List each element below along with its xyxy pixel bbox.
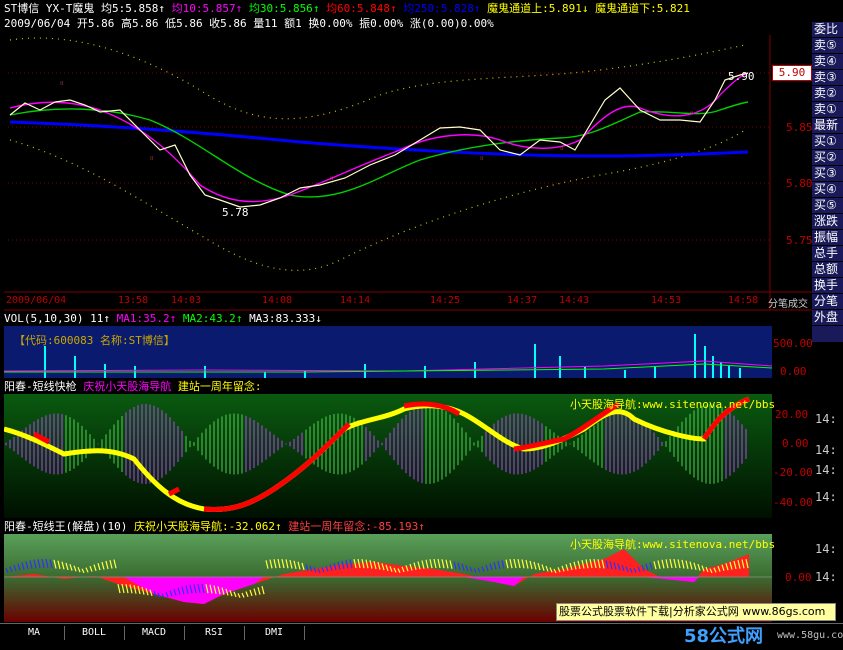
- volume-bar: [694, 334, 696, 378]
- logo-url: www.58gu.com: [777, 630, 843, 641]
- time-tick: 14:58: [728, 295, 759, 306]
- svg-text:∷: ∷: [330, 175, 334, 182]
- svg-text:∷: ∷: [560, 145, 564, 152]
- ind1-tick: -20.00: [773, 466, 813, 479]
- quote-row: 总手: [812, 246, 843, 262]
- volume-bar: [44, 346, 46, 378]
- quote-row: 买③: [812, 166, 843, 182]
- time-tick: 14:08: [262, 295, 293, 306]
- y-tick-2: 5.80: [786, 177, 813, 190]
- y-tick-1: 5.85: [786, 121, 813, 134]
- vol-ma3: MA3:83.333: [249, 312, 316, 325]
- svg-text:∷: ∷: [150, 155, 154, 162]
- quote-row: 卖①: [812, 102, 843, 118]
- quote-row: 买①: [812, 134, 843, 150]
- volume-bar: [704, 346, 706, 378]
- quote-row: 涨跌: [812, 214, 843, 230]
- ind1-right-tick: 14:: [815, 412, 837, 426]
- ind1-tick: -40.00: [773, 496, 813, 509]
- quote-row: 委比: [812, 22, 843, 38]
- volume-bar: [104, 364, 106, 378]
- volume-bar: [534, 344, 536, 378]
- quote-row: 卖②: [812, 86, 843, 102]
- volume-bar: [584, 366, 586, 378]
- time-tick: 14:37: [507, 295, 538, 306]
- volume-bar: [624, 370, 626, 378]
- ind1-right-tick: 14:: [815, 443, 837, 457]
- time-axis: 2009/06/04 13:58 14:03 14:08 14:14 14:25…: [6, 295, 812, 310]
- quote-row: 最新: [812, 118, 843, 134]
- ind2-tick: 0.00: [785, 571, 812, 584]
- ind2-sub1: 庆祝小天股海导航:-32.062: [133, 520, 275, 533]
- ind2-right-tick: 14:: [815, 570, 837, 584]
- ind1-right-tick: 14:: [815, 490, 837, 504]
- ind2-watermark: 小天股海导航:www.sitenova.net/bbs: [570, 538, 776, 551]
- volume-bar: [654, 366, 656, 378]
- time-tick: 14:14: [340, 295, 371, 306]
- tick-trades-label[interactable]: 分笔成交: [768, 295, 808, 310]
- indicator2-header: 阳春-短线王(解盘)(10) 庆祝小天股海导航:-32.062↑ 建站一周年留念…: [4, 520, 425, 533]
- time-tick: 14:25: [430, 295, 461, 306]
- tab-boll[interactable]: BOLL: [64, 626, 125, 640]
- svg-text:∷: ∷: [60, 80, 64, 87]
- quote-row: 分笔: [812, 294, 843, 310]
- quote-panel: 委比 卖⑤ 卖④ 卖③ 卖② 卖① 最新 买① 买② 买③ 买④ 买⑤ 涨跌 振幅 总手 总额 换手 分笔 外盘: [812, 22, 843, 342]
- time-tick: 13:58: [118, 295, 149, 306]
- quote-row: 卖⑤: [812, 38, 843, 54]
- quote-row: 卖③: [812, 70, 843, 86]
- vol-tick-0: 0.00: [780, 365, 807, 378]
- ind2-title: 阳春-短线王(解盘)(10): [4, 520, 128, 533]
- time-tick: 14:43: [559, 295, 590, 306]
- vol-ma1: MA1:35.2: [116, 312, 170, 325]
- volume-bar: [74, 356, 76, 378]
- vol-label: VOL(5,10,30) 11: [4, 312, 104, 325]
- tab-rsi[interactable]: RSI: [184, 626, 245, 640]
- stock-code-label: 【代码:600083 名称:ST博信】: [14, 334, 175, 347]
- quote-row: 换手: [812, 278, 843, 294]
- vol-tick-500: 500.00: [773, 337, 813, 350]
- high-price-label: 5.90: [728, 70, 755, 83]
- indicator1-header: 阳春-短线快枪 庆祝小天股海导航 建站一周年留念:: [4, 380, 262, 394]
- ind1-sub1: 庆祝小天股海导航: [83, 380, 172, 393]
- volume-bar: [264, 372, 266, 378]
- y-tick-3: 5.75: [786, 234, 813, 247]
- volume-bar: [728, 366, 730, 378]
- volume-bar: [739, 368, 741, 378]
- ind1-sub2: 建站一周年留念:: [177, 380, 262, 393]
- ind1-watermark: 小天股海导航:www.sitenova.net/bbs: [570, 398, 776, 411]
- ind1-tick: 20.00: [775, 408, 809, 421]
- ind1-title: 阳春-短线快枪: [4, 380, 77, 393]
- tab-macd[interactable]: MACD: [124, 626, 185, 640]
- quote-row: 买④: [812, 182, 843, 198]
- quote-row: 外盘: [812, 310, 843, 326]
- logo-text: 58公式网: [684, 626, 764, 647]
- current-price-tag: 5.90: [772, 65, 812, 81]
- ind1-right-tick: 14:: [815, 463, 837, 477]
- ind2-right-tick: 14:: [815, 542, 837, 556]
- quote-row: 买②: [812, 150, 843, 166]
- time-tick: 2009/06/04: [6, 295, 67, 306]
- svg-text:∷: ∷: [480, 155, 484, 162]
- quote-row: 振幅: [812, 230, 843, 246]
- volume-bar: [304, 370, 306, 378]
- vol-ma2: MA2:43.2: [182, 312, 236, 325]
- website-banner[interactable]: 股票公式股票软件下载|分析家公式网 www.86gs.com: [556, 603, 836, 621]
- volume-bar: [712, 356, 714, 378]
- site-logo: 58公式网: [684, 622, 763, 648]
- quote-row: 总额: [812, 262, 843, 278]
- volume-header: VOL(5,10,30) 11↑ MA1:35.2↑ MA2:43.2↑ MA3…: [4, 312, 322, 325]
- time-tick: 14:03: [171, 295, 202, 306]
- svg-text:∷: ∷: [690, 110, 694, 117]
- ind2-sub2: 建站一周年留念:-85.193: [288, 520, 419, 533]
- low-price-label: 5.78: [222, 206, 249, 219]
- time-tick: 14:53: [651, 295, 682, 306]
- volume-bar: [424, 366, 426, 378]
- volume-bar: [720, 362, 722, 378]
- tab-dmi[interactable]: DMI: [244, 626, 305, 640]
- quote-row: 卖④: [812, 54, 843, 70]
- tab-ma[interactable]: MA: [4, 626, 65, 640]
- quote-row: 买⑤: [812, 198, 843, 214]
- ind1-tick: 0.00: [782, 437, 809, 450]
- indicator1-chart[interactable]: [4, 394, 772, 518]
